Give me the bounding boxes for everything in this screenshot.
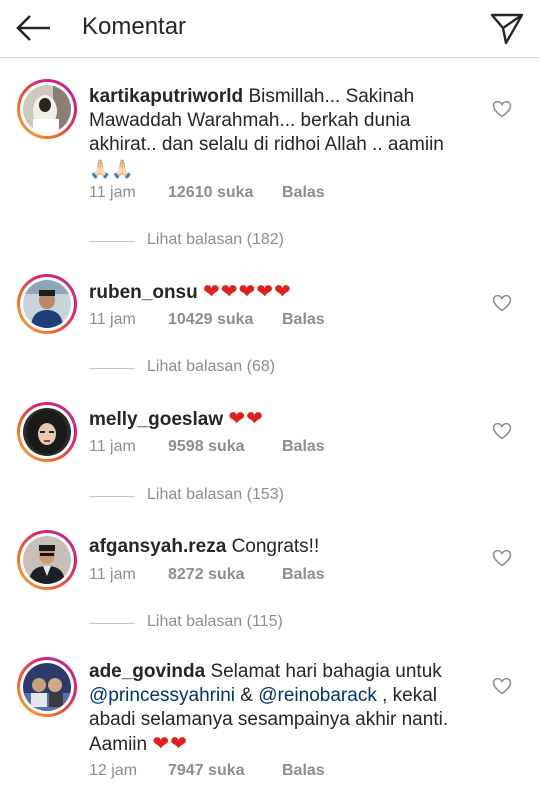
back-button[interactable] xyxy=(14,10,54,46)
avatar[interactable] xyxy=(17,274,77,334)
heart-outline-icon[interactable] xyxy=(492,294,512,312)
heart-outline-icon[interactable] xyxy=(492,100,512,118)
comment-emoji: ❤❤ xyxy=(152,733,188,755)
reply-button[interactable]: Balas xyxy=(282,566,325,584)
comment-time: 11 jam xyxy=(89,438,136,455)
replies-divider xyxy=(89,496,135,497)
comment-text: ade_govinda Selamat hari bahagia untuk @… xyxy=(89,660,449,757)
like-count[interactable]: 8272 suka xyxy=(168,566,245,584)
avatar[interactable] xyxy=(17,530,77,590)
header-divider xyxy=(0,57,540,58)
like-count[interactable]: 12610 suka xyxy=(168,184,253,202)
comment-body-amp: & xyxy=(235,685,259,706)
comment-text: ruben_onsu ❤❤❤❤❤ xyxy=(89,280,449,305)
comment-text: afgansyah.reza Congrats!! xyxy=(89,535,449,559)
comment-time: 12 jam xyxy=(89,762,138,779)
avatar[interactable] xyxy=(17,79,77,139)
comment-body: Selamat hari bahagia untuk xyxy=(210,661,442,682)
comment-username[interactable]: kartikaputriworld xyxy=(89,86,243,107)
comment-emoji: 🙏🏻🙏🏻 xyxy=(89,159,134,179)
heart-outline-icon[interactable] xyxy=(492,422,512,440)
comment-emoji: ❤❤❤❤❤ xyxy=(203,281,292,303)
avatar-photo xyxy=(23,85,71,133)
comment-time: 11 jam xyxy=(89,566,136,583)
heart-outline-icon[interactable] xyxy=(492,549,512,567)
comment-time: 11 jam xyxy=(89,184,136,201)
comment-username[interactable]: ade_govinda xyxy=(89,661,205,682)
mention-link[interactable]: @reinobarack xyxy=(258,685,377,706)
comment-username[interactable]: afgansyah.reza xyxy=(89,536,226,557)
avatar-photo xyxy=(23,663,71,711)
comment-emoji: ❤❤ xyxy=(228,408,264,430)
avatar-photo xyxy=(23,280,71,328)
comment-text: kartikaputriworld Bismillah... Sakinah M… xyxy=(89,85,449,182)
view-replies-label[interactable]: Lihat balasan (68) xyxy=(147,358,275,376)
arrow-left-icon xyxy=(16,15,50,41)
reply-button[interactable]: Balas xyxy=(282,438,325,456)
view-replies-label[interactable]: Lihat balasan (153) xyxy=(147,486,284,504)
replies-divider xyxy=(89,241,135,242)
avatar-photo xyxy=(23,536,71,584)
view-replies-label[interactable]: Lihat balasan (182) xyxy=(147,231,284,249)
replies-divider xyxy=(89,368,135,369)
like-count[interactable]: 9598 suka xyxy=(168,438,245,456)
heart-outline-icon[interactable] xyxy=(492,677,512,695)
paper-plane-icon xyxy=(490,13,524,45)
share-button[interactable] xyxy=(488,10,526,46)
comment-time: 11 jam xyxy=(89,311,136,328)
avatar-photo xyxy=(23,408,71,456)
view-replies-label[interactable]: Lihat balasan (115) xyxy=(147,613,283,631)
avatar[interactable] xyxy=(17,657,77,717)
comment-username[interactable]: melly_goeslaw xyxy=(89,409,223,430)
comment-text: melly_goeslaw ❤❤ xyxy=(89,407,449,432)
mention-link[interactable]: @princessyahrini xyxy=(89,685,235,706)
reply-button[interactable]: Balas xyxy=(282,762,325,780)
replies-divider xyxy=(89,623,135,624)
like-count[interactable]: 7947 suka xyxy=(168,762,245,780)
comment-body: Congrats!! xyxy=(231,536,320,557)
comment-username[interactable]: ruben_onsu xyxy=(89,282,198,303)
avatar[interactable] xyxy=(17,402,77,462)
top-bar: Komentar xyxy=(0,0,540,56)
page-title: Komentar xyxy=(82,13,187,40)
reply-button[interactable]: Balas xyxy=(282,311,325,329)
like-count[interactable]: 10429 suka xyxy=(168,311,253,329)
reply-button[interactable]: Balas xyxy=(282,184,325,202)
